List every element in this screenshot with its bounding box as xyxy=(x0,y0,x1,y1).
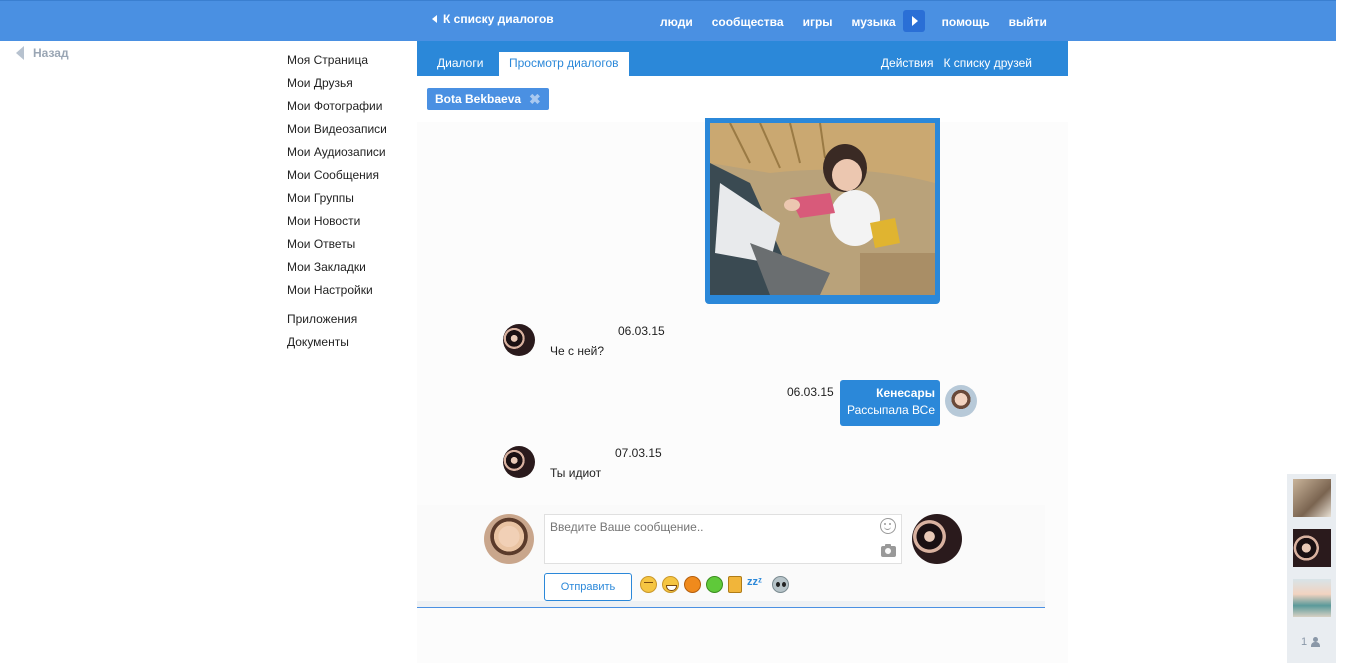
chevron-left-icon xyxy=(432,15,437,23)
menu-my-friends[interactable]: Мои Друзья xyxy=(287,72,387,95)
sender-avatar[interactable] xyxy=(503,324,535,356)
menu-my-audio[interactable]: Мои Аудиозаписи xyxy=(287,141,387,164)
nav-games[interactable]: игры xyxy=(803,15,833,29)
own-avatar[interactable] xyxy=(945,385,977,417)
friend-thumbnail[interactable] xyxy=(1293,529,1331,567)
outgoing-message-bubble: Кенесары Рассыпала ВСе xyxy=(840,380,940,426)
nav-help[interactable]: помощь xyxy=(942,15,990,29)
smile-icon[interactable] xyxy=(880,518,896,534)
message-text: Ты идиот xyxy=(550,466,602,480)
menu-my-news[interactable]: Мои Новости xyxy=(287,210,387,233)
top-bar: К списку диалогов люди сообщества игры м… xyxy=(0,0,1348,41)
recipient-chip: Bota Bekbaeva ✖ xyxy=(427,88,549,110)
emoji-bar: zzᶻ xyxy=(640,576,789,593)
message-text: Рассыпала ВСе xyxy=(846,403,935,417)
friend-thumbnail[interactable] xyxy=(1293,479,1331,517)
page-edge xyxy=(1336,0,1348,663)
menu-my-photos[interactable]: Мои Фотографии xyxy=(287,95,387,118)
arrow-left-icon xyxy=(16,46,24,60)
top-nav: люди сообщества игры музыка помощь выйти xyxy=(660,10,1066,32)
play-icon xyxy=(911,16,918,26)
menu-my-bookmarks[interactable]: Мои Закладки xyxy=(287,256,387,279)
photo-message xyxy=(705,118,940,304)
menu-my-messages[interactable]: Мои Сообщения xyxy=(287,164,387,187)
menu-apps[interactable]: Приложения xyxy=(287,308,387,331)
actions-link[interactable]: Действия xyxy=(881,56,934,70)
menu-my-settings[interactable]: Мои Настройки xyxy=(287,279,387,302)
friends-list-link[interactable]: К списку друзей xyxy=(943,56,1032,70)
message-date: 07.03.15 xyxy=(615,446,662,460)
menu-my-page[interactable]: Моя Страница xyxy=(287,49,387,72)
nav-logout[interactable]: выйти xyxy=(1009,15,1047,29)
online-count-value: 1 xyxy=(1301,636,1308,648)
menu-my-answers[interactable]: Мои Ответы xyxy=(287,233,387,256)
message-text: Че с ней? xyxy=(550,344,605,358)
message-date: 06.03.15 xyxy=(787,385,834,399)
alien-icon[interactable] xyxy=(772,576,789,593)
tired-face-icon[interactable] xyxy=(640,576,657,593)
recipient-name: Bota Bekbaeva xyxy=(435,92,522,106)
zzz-icon[interactable]: zzᶻ xyxy=(747,576,767,593)
sender-avatar[interactable] xyxy=(503,446,535,478)
my-avatar[interactable] xyxy=(484,514,534,564)
camera-icon[interactable] xyxy=(881,544,896,557)
tab-view-dialogs[interactable]: Просмотр диалогов xyxy=(499,52,629,76)
online-count[interactable]: 1 xyxy=(1301,636,1321,648)
menu-my-videos[interactable]: Мои Видеозаписи xyxy=(287,118,387,141)
back-to-dialogs-label: К списку диалогов xyxy=(443,12,554,26)
person-icon xyxy=(1311,637,1321,647)
nav-people[interactable]: люди xyxy=(660,15,693,29)
message-input[interactable] xyxy=(544,514,902,564)
menu-documents[interactable]: Документы xyxy=(287,331,387,354)
message-date: 06.03.15 xyxy=(618,324,665,338)
send-button[interactable]: Отправить xyxy=(544,573,632,601)
pumpkin-icon[interactable] xyxy=(684,576,701,593)
apple-icon[interactable] xyxy=(706,576,723,593)
left-menu: Моя Страница Мои Друзья Мои Фотографии М… xyxy=(287,49,387,354)
recipient-avatar[interactable] xyxy=(912,514,962,564)
back-to-dialogs-link[interactable]: К списку диалогов xyxy=(432,12,554,26)
music-play-button[interactable] xyxy=(902,10,925,32)
tab-dialogs[interactable]: Диалоги xyxy=(427,52,493,76)
divider xyxy=(417,607,1045,608)
grin-icon[interactable] xyxy=(662,576,679,593)
subbar-actions: Действия К списку друзей xyxy=(881,56,1032,70)
close-icon[interactable]: ✖ xyxy=(529,92,541,106)
sub-bar: Диалоги Просмотр диалогов Действия К спи… xyxy=(417,41,1068,76)
nav-music[interactable]: музыка xyxy=(852,15,896,29)
beer-icon[interactable] xyxy=(728,576,742,593)
photo-attachment[interactable] xyxy=(710,123,935,295)
message-author[interactable]: Кенесары xyxy=(845,385,935,401)
back-link[interactable]: Назад xyxy=(16,46,69,60)
menu-my-groups[interactable]: Мои Группы xyxy=(287,187,387,210)
nav-communities[interactable]: сообщества xyxy=(712,15,784,29)
back-link-label: Назад xyxy=(33,46,69,60)
friend-thumbnail[interactable] xyxy=(1293,579,1331,617)
